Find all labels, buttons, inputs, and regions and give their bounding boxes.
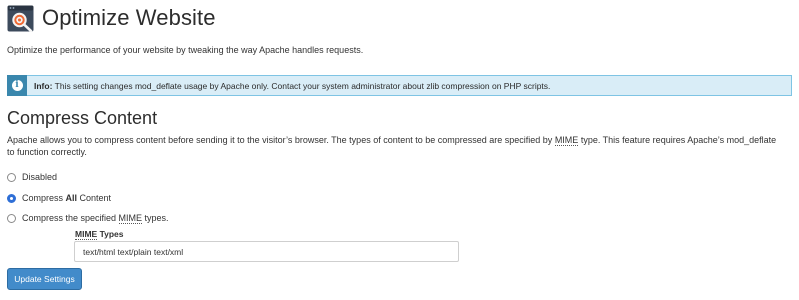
optimize-website-icon (7, 5, 34, 32)
radio-compress-all[interactable] (7, 193, 16, 203)
section-description-text: Apache allows you to compress content be… (7, 135, 555, 145)
option-specified-suffix: types. (142, 213, 169, 223)
page-description: Optimize the performance of your website… (7, 45, 364, 55)
radio-disabled[interactable] (7, 172, 16, 182)
section-title: Compress Content (7, 108, 158, 128)
mime-label-suffix: Types (97, 229, 124, 239)
option-compress-all-prefix: Compress (22, 193, 66, 203)
page-header: Optimize Website (7, 4, 216, 32)
option-compress-specified[interactable]: Compress the specified MIME types. (7, 213, 169, 224)
mime-abbreviation: MIME (554, 135, 579, 146)
option-disabled[interactable]: Disabled (7, 172, 57, 182)
mime-label-abbr: MIME (75, 229, 98, 240)
radio-compress-specified[interactable] (7, 213, 16, 223)
update-settings-button[interactable]: Update Settings (7, 268, 82, 290)
option-compress-all-bold: All (65, 193, 78, 203)
mime-types-input[interactable] (74, 241, 459, 262)
option-compress-all[interactable]: Compress All Content (7, 193, 111, 203)
info-icon: i (11, 80, 23, 91)
info-text: Info: This setting changes mod_deflate u… (34, 81, 550, 91)
info-label: Info: (34, 80, 53, 91)
option-compress-all-label: Compress All Content (22, 193, 111, 203)
optimize-website-page: Optimize Website Optimize the performanc… (0, 0, 799, 300)
info-icon-box: i (7, 75, 27, 96)
info-message: This setting changes mod_deflate usage b… (52, 80, 551, 91)
option-specified-prefix: Compress the specified (22, 213, 119, 223)
page-title: Optimize Website (42, 5, 216, 30)
option-disabled-label: Disabled (22, 172, 58, 182)
option-compress-specified-label: Compress the specified MIME types. (22, 213, 169, 224)
mime-types-label: MIME Types (75, 229, 124, 240)
info-callout: i Info: This setting changes mod_deflate… (7, 75, 792, 96)
option-specified-abbr: MIME (118, 213, 143, 224)
section-description: Apache allows you to compress content be… (7, 134, 777, 158)
option-compress-all-suffix: Content (77, 193, 112, 203)
